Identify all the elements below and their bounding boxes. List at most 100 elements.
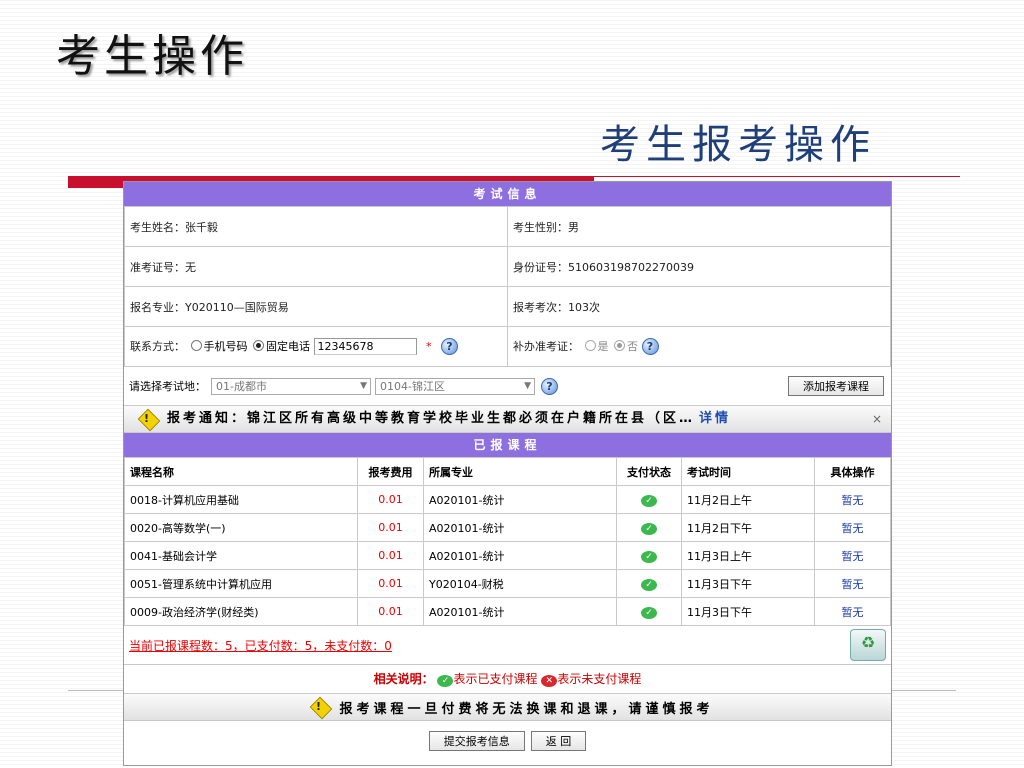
major-label: 报名专业： [130,300,185,314]
id-number-value: 510603198702270039 [568,260,694,274]
help-icon[interactable]: ? [441,338,458,356]
course-fee: 0.01 [357,541,424,570]
col-fee: 报考费用 [357,457,424,486]
paid-check-icon: ✓ [437,675,454,687]
course-fee: 0.01 [357,597,424,626]
title-red-line [594,176,960,177]
exam-site-label: 请选择考试地： [129,380,206,393]
course-major: Y020104-财税 [423,569,617,598]
gender-label: 考生性别： [513,220,568,234]
required-mark: * [426,339,432,353]
chevron-down-icon: ▼ [360,380,367,391]
course-action-link[interactable]: 暂无 [842,606,864,619]
reissue-yes-label: 是 [597,339,609,353]
course-name: 0009-政治经济学(财经类) [124,597,358,626]
course-major: A020101-统计 [423,513,617,542]
table-row: 0041-基础会计学 0.01 A020101-统计 ✓ 11月3日上午 暂无 [124,541,891,570]
reissue-no-radio[interactable] [614,339,625,351]
info-row: 准考证号：无 身份证号：510603198702270039 [124,246,891,287]
paid-check-icon: ✓ [641,494,657,507]
divider-left [68,690,123,691]
contact-mobile-radio[interactable] [190,339,202,351]
courses-header: 已报课程 [124,433,891,457]
course-name: 0051-管理系统中计算机应用 [124,569,358,598]
course-fee: 0.01 [357,513,424,542]
course-fee: 0.01 [357,569,424,598]
course-name: 0041-基础会计学 [124,541,358,570]
col-pay-status: 支付状态 [616,457,682,486]
city-select[interactable]: 01-成都市 ▼ [211,377,371,395]
button-row: 提交报考信息 返 回 [124,721,891,761]
explanation-row: 相关说明： ✓ 表示已支付课程 ✕ 表示未支付课程 [124,665,891,694]
exam-info-header: 考试信息 [124,182,891,206]
recycle-bin-icon[interactable] [850,629,886,661]
col-actions: 具体操作 [814,457,891,486]
unpaid-x-icon: ✕ [541,675,558,687]
phone-input[interactable]: 12345678 [313,338,417,356]
help-icon[interactable]: ? [541,377,558,395]
exam-count-label: 报考考次： [513,300,568,314]
district-select-value: 0104-锦江区 [380,379,445,393]
notice-detail-link[interactable]: 详情 [699,406,731,432]
col-major: 所属专业 [423,457,617,486]
help-icon[interactable]: ? [641,338,659,356]
reissue-yes-radio[interactable] [584,339,596,351]
paid-legend-text: 表示已支付课程 [453,672,538,686]
info-row: 联系方式： 手机号码 固定电话 12345678 * ? 补办准考证： 是 否 … [124,326,891,367]
table-header-row: 课程名称 报考费用 所属专业 支付状态 考试时间 具体操作 [124,457,891,486]
course-action-link[interactable]: 暂无 [842,578,864,591]
notice-bar: ! 报考通知：锦江区所有高级中等教育学校毕业生都必须在户籍所在县（区… 详情 × [124,406,891,433]
info-row: 报名专业：Y020110—国际贸易 报考考次：103次 [124,286,891,327]
footer-warning-text: 报考课程一旦付费将无法换课和退课，请谨慎报考 [339,701,714,717]
admit-number-value: 无 [185,260,196,274]
contact-mobile-label: 手机号码 [203,339,248,353]
warning-icon: ! [309,698,331,716]
course-major: A020101-统计 [423,485,617,514]
contact-landline-radio[interactable] [253,339,264,351]
course-time: 11月2日上午 [681,485,815,514]
course-time: 11月3日下午 [681,569,815,598]
reissue-no-label: 否 [627,339,638,353]
col-course-name: 课程名称 [124,457,358,486]
slide-subtitle: 考生报考操作 [600,122,876,168]
reissue-label: 补办准考证： [513,339,579,353]
district-select[interactable]: 0104-锦江区 ▼ [375,377,535,395]
course-summary-link[interactable]: 当前已报课程数：5，已支付数：5，未支付数：0 [129,637,392,654]
admit-number-label: 准考证号： [130,260,185,274]
table-row: 0018-计算机应用基础 0.01 A020101-统计 ✓ 11月2日上午 暂… [124,485,891,514]
contact-landline-label: 固定电话 [266,339,310,353]
course-action-link[interactable]: 暂无 [842,522,864,535]
course-action-link[interactable]: 暂无 [842,550,864,563]
course-major: A020101-统计 [423,541,617,570]
footer-warning-bar: ! 报考课程一旦付费将无法换课和退课，请谨慎报考 [124,694,891,721]
course-major: A020101-统计 [423,597,617,626]
exam-info-table: 考生姓名：张千毅 考生性别：男 准考证号：无 身份证号：510603198702… [124,206,891,367]
chevron-down-icon: ▼ [524,380,531,391]
table-row: 0009-政治经济学(财经类) 0.01 A020101-统计 ✓ 11月3日下… [124,597,891,626]
course-time: 11月3日下午 [681,597,815,626]
back-button[interactable]: 返 回 [530,731,587,751]
contact-label: 联系方式： [130,339,185,353]
course-fee: 0.01 [357,485,424,514]
table-row: 0020-高等数学(一) 0.01 A020101-统计 ✓ 11月2日下午 暂… [124,513,891,542]
summary-row: 当前已报课程数：5，已支付数：5，未支付数：0 [124,626,891,665]
info-row: 考生姓名：张千毅 考生性别：男 [124,206,891,247]
name-label: 考生姓名： [130,220,185,234]
paid-check-icon: ✓ [641,550,657,563]
exam-count-value: 103次 [568,300,600,314]
add-course-button[interactable]: 添加报考课程 [788,376,884,396]
close-icon[interactable]: × [872,406,882,432]
city-select-value: 01-成都市 [216,379,267,393]
course-action-link[interactable]: 暂无 [842,494,864,507]
courses-table: 课程名称 报考费用 所属专业 支付状态 考试时间 具体操作 0018-计算机应用… [124,457,891,626]
course-name: 0018-计算机应用基础 [124,485,358,514]
course-time: 11月3日上午 [681,541,815,570]
col-exam-time: 考试时间 [681,457,815,486]
course-time: 11月2日下午 [681,513,815,542]
name-value: 张千毅 [185,220,218,234]
exam-site-row: 请选择考试地： 01-成都市 ▼ 0104-锦江区 ▼ ? 添加报考课程 [124,367,891,406]
unpaid-legend-text: 表示未支付课程 [557,672,642,686]
course-name: 0020-高等数学(一) [124,513,358,542]
submit-button[interactable]: 提交报考信息 [428,731,525,751]
exam-registration-panel: 考试信息 考生姓名：张千毅 考生性别：男 准考证号：无 身份证号：5106031… [123,181,892,766]
